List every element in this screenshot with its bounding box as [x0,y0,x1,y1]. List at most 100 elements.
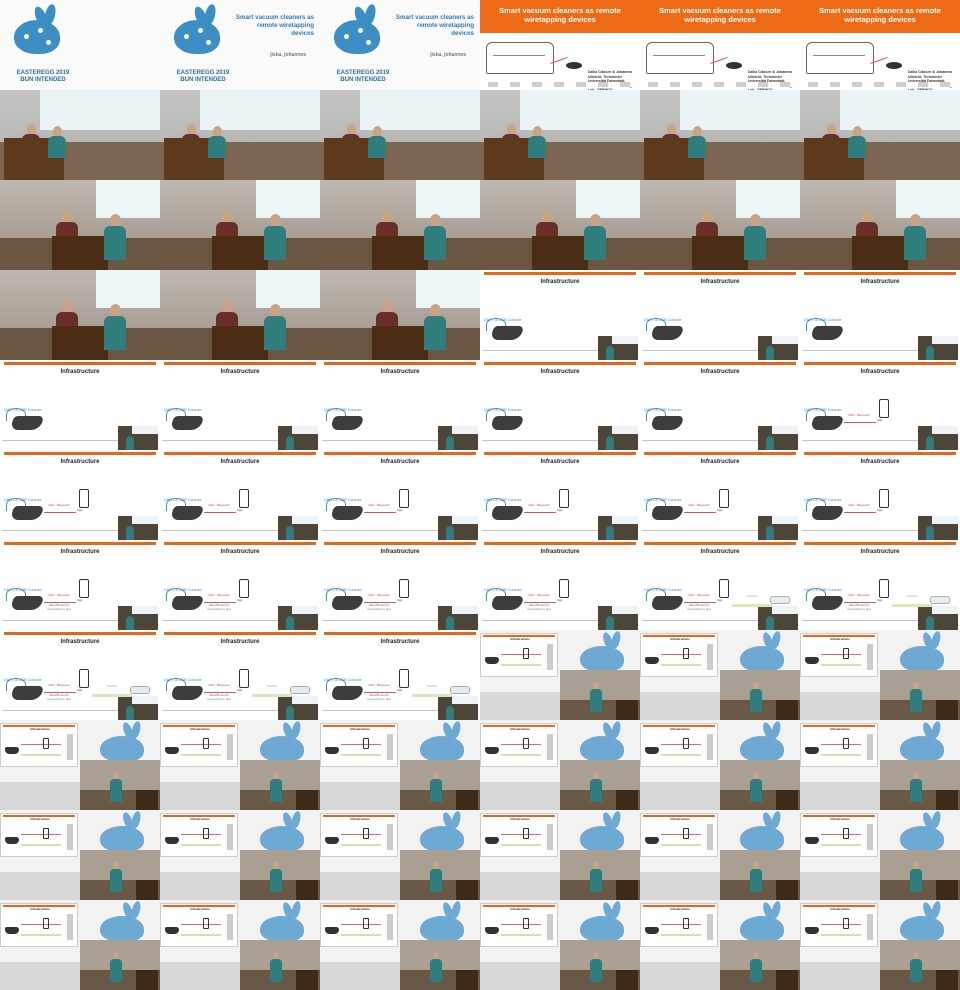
slide-with-camera-frame[interactable]: Infrastructure [800,810,960,900]
slide-with-camera-frame[interactable]: Infrastructure [480,900,640,990]
lecture-hall-frame[interactable] [160,90,320,180]
infrastructure-slide[interactable]: Infrastructure UART & USB Console WiFi -… [800,540,960,630]
infrastructure-slide[interactable]: Infrastructure UART & USB Console WiFi -… [800,450,960,540]
speaker-figure [48,126,66,158]
phone-label: App [877,508,883,512]
speaker-camera-frame[interactable] [160,270,320,360]
internet-label: Internet [426,684,438,688]
projector-screen [360,90,480,130]
slide-with-camera-frame[interactable]: Infrastructure [0,900,160,990]
sponsor-logos [488,82,633,87]
infrastructure-slide[interactable]: Infrastructure UART & USB Console WiFi -… [800,360,960,450]
speaker-inset [118,426,158,450]
slide-with-camera-frame[interactable]: Infrastructure [0,810,160,900]
speaker-figure [264,214,286,260]
speaker-inset [438,426,478,450]
speaker-inset [118,696,158,720]
lecture-hall-frame[interactable] [640,90,800,180]
phone-icon [843,828,849,839]
slide-with-camera-frame[interactable]: Infrastructure [0,720,160,810]
title-slide-orange[interactable]: Smart vacuum cleaners as remote wiretapp… [480,0,640,90]
infrastructure-slide[interactable]: Infrastructure UART & USB Console WiFi -… [640,450,800,540]
phone-icon [203,738,209,749]
infrastructure-slide[interactable]: Infrastructure UART & USB Console [800,270,960,360]
server-icon [707,644,713,670]
slide-mini: Infrastructure [320,813,398,857]
infrastructure-slide[interactable]: Infrastructure UART & USB Console [320,360,480,450]
lecture-hall-frame[interactable] [480,90,640,180]
infrastructure-slide[interactable]: Infrastructure UART & USB Console WiFi -… [320,540,480,630]
infrastructure-slide[interactable]: Infrastructure UART & USB Console [480,360,640,450]
title-slide[interactable]: EASTEREGG 2019 BUN INTENDED Smart vacuum … [160,0,320,90]
infrastructure-slide[interactable]: Infrastructure UART & USB Console [640,360,800,450]
slide-with-camera-frame[interactable]: Infrastructure [320,810,480,900]
wifi-link-arrow [844,422,876,423]
internet-label: Internet [746,594,758,598]
speaker-figure [590,862,602,892]
projector-screen [896,180,960,218]
speaker-figure [430,772,442,802]
speaker-inset [918,426,958,450]
easteregg-label: EASTEREGG 2019 [336,70,390,76]
server-icon [227,734,233,760]
speaker-figure [104,214,126,260]
slide-with-camera-frame[interactable]: Infrastructure [160,810,320,900]
speaker-camera-frame[interactable] [640,180,800,270]
infrastructure-slide[interactable]: Infrastructure UART & USB Console [0,360,160,450]
infrastructure-slide[interactable]: Infrastructure UART & USB Console WiFi -… [160,540,320,630]
speaker-camera-frame[interactable] [480,180,640,270]
speaker-camera-frame[interactable] [0,270,160,360]
title-slide-logo[interactable]: EASTEREGG 2019 BUN INTENDED [0,0,160,90]
slide-with-camera-frame[interactable]: Infrastructure [800,900,960,990]
phone-label: App [717,508,723,512]
infrastructure-slide[interactable]: Infrastructure UART & USB Console WiFi -… [480,540,640,630]
slide-with-camera-frame[interactable]: Infrastructure [480,810,640,900]
speaker-camera-inset [560,760,640,810]
slide-with-camera-frame[interactable]: Infrastructure [160,900,320,990]
speaker-camera-frame[interactable] [160,180,320,270]
slide-mini: Infrastructure [0,723,78,767]
infrastructure-slide[interactable]: Infrastructure UART & USB Console [640,270,800,360]
slide-with-camera-frame[interactable]: Infrastructure [480,630,640,720]
lecture-hall-frame[interactable] [800,90,960,180]
infrastructure-slide[interactable]: Infrastructure UART & USB Console WiFi -… [0,630,160,720]
infrastructure-slide[interactable]: Infrastructure UART & USB Console WiFi -… [160,450,320,540]
lecture-hall-frame[interactable] [320,90,480,180]
server-icon [547,734,553,760]
infrastructure-slide[interactable]: Infrastructure UART & USB Console WiFi -… [0,450,160,540]
infrastructure-slide[interactable]: Infrastructure UART & USB Console [480,270,640,360]
infrastructure-slide[interactable]: Infrastructure UART & USB Console WiFi -… [320,630,480,720]
slide-with-camera-frame[interactable]: Infrastructure [320,900,480,990]
slide-with-camera-frame[interactable]: Infrastructure [320,720,480,810]
infrastructure-slide[interactable]: Infrastructure UART & USB Console WiFi -… [0,540,160,630]
slide-with-camera-frame[interactable]: Infrastructure [480,720,640,810]
phone-icon [363,738,369,749]
infrastructure-slide[interactable]: Infrastructure UART & USB Console WiFi -… [160,630,320,720]
slide-with-camera-frame[interactable]: Infrastructure [640,720,800,810]
speaker-camera-frame[interactable] [320,270,480,360]
slide-with-camera-frame[interactable]: Infrastructure [160,720,320,810]
title-slide-orange[interactable]: Smart vacuum cleaners as remote wiretapp… [640,0,800,90]
title-slide[interactable]: EASTEREGG 2019 BUN INTENDED Smart vacuum … [320,0,480,90]
speaker-camera-frame[interactable] [0,180,160,270]
wifi-label: WiFi - Bluetooth [368,503,390,507]
slide-with-camera-frame[interactable]: Infrastructure [800,720,960,810]
infrastructure-slide[interactable]: Infrastructure UART & USB Console [160,360,320,450]
slide-with-camera-frame[interactable]: Infrastructure [800,630,960,720]
slide-with-camera-frame[interactable]: Infrastructure [640,810,800,900]
slide-with-camera-frame[interactable]: Infrastructure [640,630,800,720]
author-names: jiska, johannes [430,52,466,58]
podium [852,236,908,270]
slide-mini: Infrastructure [320,723,398,767]
speaker-camera-frame[interactable] [320,180,480,270]
infrastructure-slide[interactable]: Infrastructure UART & USB Console WiFi -… [480,450,640,540]
infrastructure-slide[interactable]: Infrastructure UART & USB Console WiFi -… [320,450,480,540]
cloud-icon [770,596,790,604]
speaker-camera-frame[interactable] [800,180,960,270]
title-slide-orange[interactable]: Smart vacuum cleaners as remote wiretapp… [800,0,960,90]
infrastructure-slide[interactable]: Infrastructure UART & USB Console WiFi -… [640,540,800,630]
podium [692,236,748,270]
slide-with-camera-frame[interactable]: Infrastructure [640,900,800,990]
lecture-hall-frame[interactable] [0,90,160,180]
speaker-figure [910,862,922,892]
